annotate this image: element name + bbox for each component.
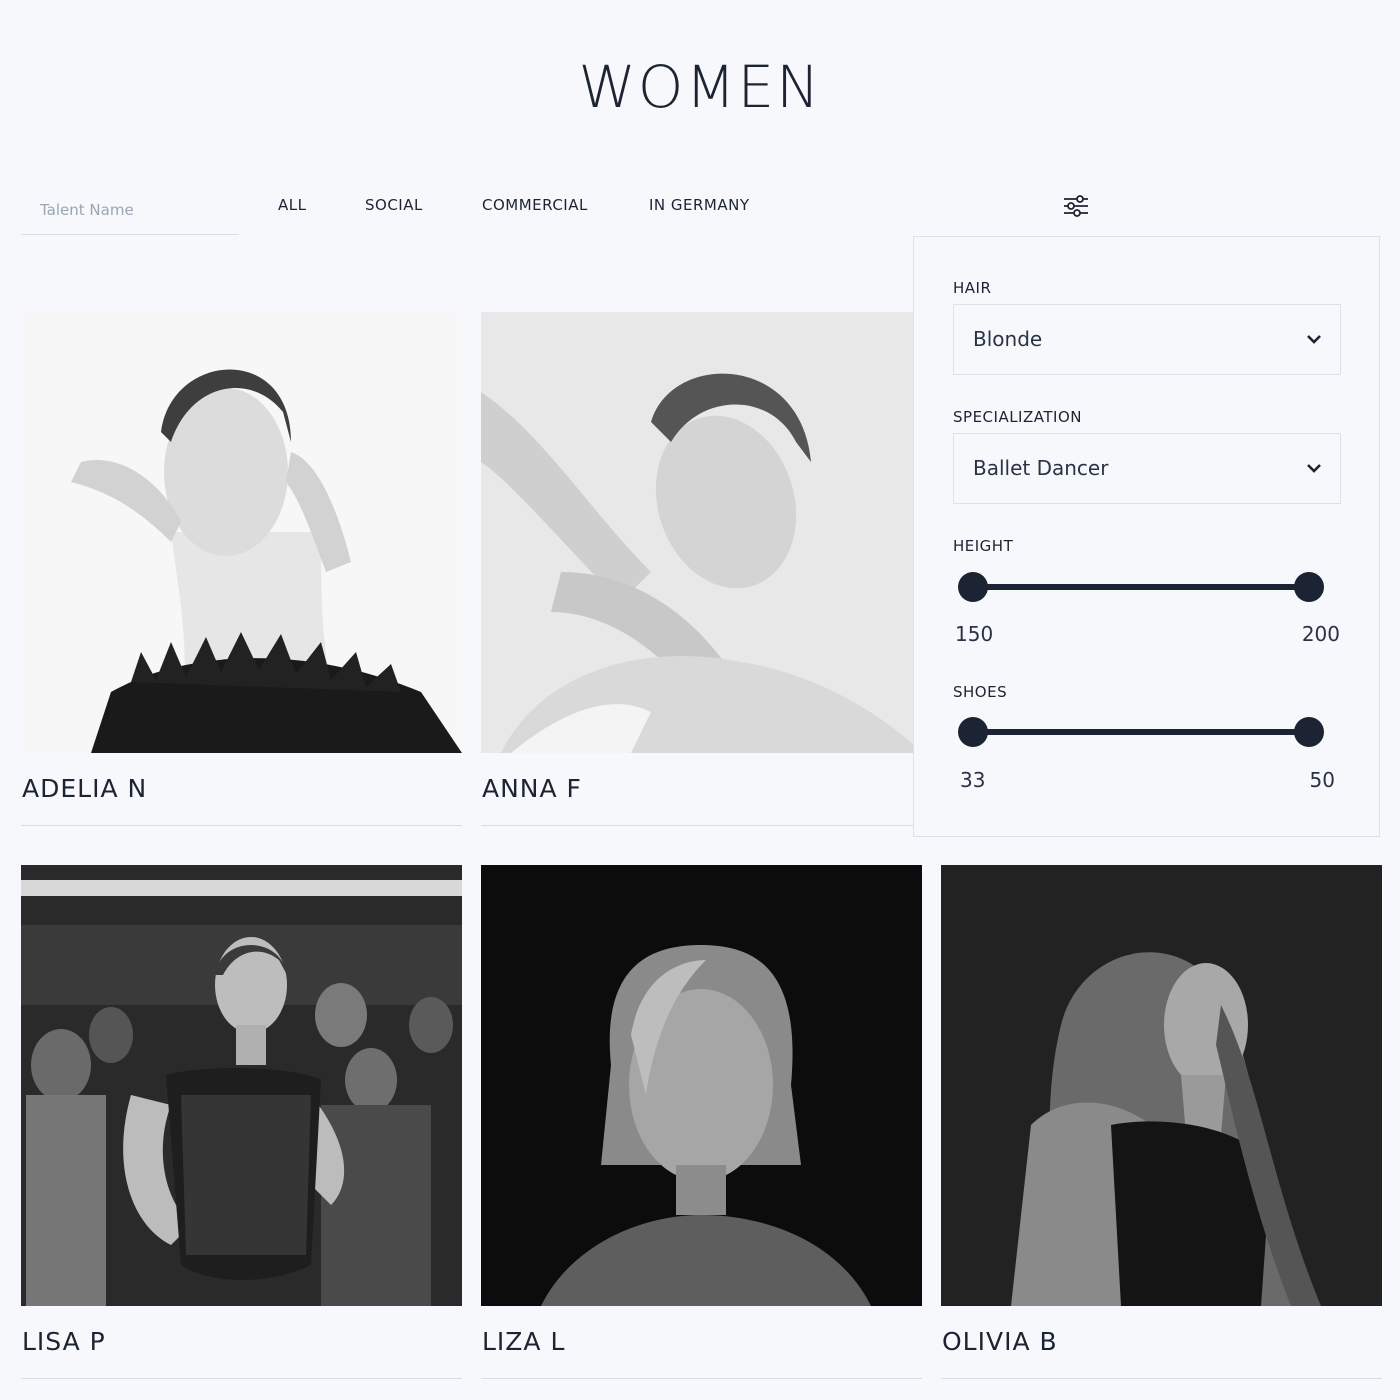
hair-select-value: Blonde xyxy=(973,327,1043,351)
chevron-down-icon xyxy=(1307,335,1321,344)
talent-name[interactable]: OLIVIA B xyxy=(942,1327,1058,1356)
tab-all[interactable]: ALL xyxy=(278,196,306,214)
height-label: HEIGHT xyxy=(953,537,1014,555)
talent-photo[interactable] xyxy=(941,865,1382,1306)
shoes-min-value: 33 xyxy=(960,768,986,792)
height-max-handle[interactable] xyxy=(1294,572,1324,602)
talent-photo[interactable] xyxy=(21,865,462,1306)
height-min-value: 150 xyxy=(955,622,994,646)
talent-photo[interactable] xyxy=(21,312,462,753)
talent-name-input[interactable] xyxy=(21,190,239,230)
shoes-min-handle[interactable] xyxy=(958,717,988,747)
portrait-photo-anna xyxy=(481,312,922,753)
sliders-icon xyxy=(1064,195,1088,217)
height-max-value: 200 xyxy=(1301,622,1340,646)
talent-card[interactable]: LIZA L xyxy=(481,865,922,1379)
shoes-label: SHOES xyxy=(953,683,1008,701)
specialization-select[interactable]: Ballet Dancer xyxy=(953,433,1341,504)
talent-name[interactable]: ADELIA N xyxy=(22,774,147,803)
height-range-slider[interactable] xyxy=(958,572,1324,602)
shoes-range-slider[interactable] xyxy=(958,717,1324,747)
specialization-label: SPECIALIZATION xyxy=(953,408,1082,426)
hair-select[interactable]: Blonde xyxy=(953,304,1341,375)
talent-card[interactable]: OLIVIA B xyxy=(941,865,1382,1379)
talent-card[interactable]: LISA P xyxy=(21,865,462,1379)
talent-name[interactable]: ANNA F xyxy=(482,774,582,803)
filter-toggle-button[interactable] xyxy=(1061,192,1091,220)
talent-card[interactable]: ANNA F xyxy=(481,312,922,826)
hair-label: HAIR xyxy=(953,279,992,297)
shoes-slider-track[interactable] xyxy=(972,729,1310,735)
talent-name[interactable]: LIZA L xyxy=(482,1327,565,1356)
tab-commercial[interactable]: COMMERCIAL xyxy=(482,196,588,214)
tab-social[interactable]: SOCIAL xyxy=(365,196,423,214)
talent-card[interactable]: ADELIA N xyxy=(21,312,462,826)
page-title: WOMEN xyxy=(578,53,822,121)
height-slider-track[interactable] xyxy=(972,584,1310,590)
talent-photo[interactable] xyxy=(481,312,922,753)
talent-photo[interactable] xyxy=(481,865,922,1306)
chevron-down-icon xyxy=(1307,464,1321,473)
shoes-max-handle[interactable] xyxy=(1294,717,1324,747)
portrait-photo-lisa xyxy=(21,865,462,1306)
height-min-handle[interactable] xyxy=(958,572,988,602)
specialization-select-value: Ballet Dancer xyxy=(973,456,1109,480)
portrait-photo-olivia xyxy=(941,865,1382,1306)
portrait-photo-liza xyxy=(481,865,922,1306)
portrait-photo-adelia xyxy=(21,312,462,753)
filter-panel: HAIR Blonde SPECIALIZATION Ballet Dancer… xyxy=(913,236,1380,837)
talent-name[interactable]: LISA P xyxy=(22,1327,106,1356)
talent-search xyxy=(21,190,239,235)
tab-in-germany[interactable]: IN GERMANY xyxy=(649,196,750,214)
shoes-max-value: 50 xyxy=(1309,768,1335,792)
